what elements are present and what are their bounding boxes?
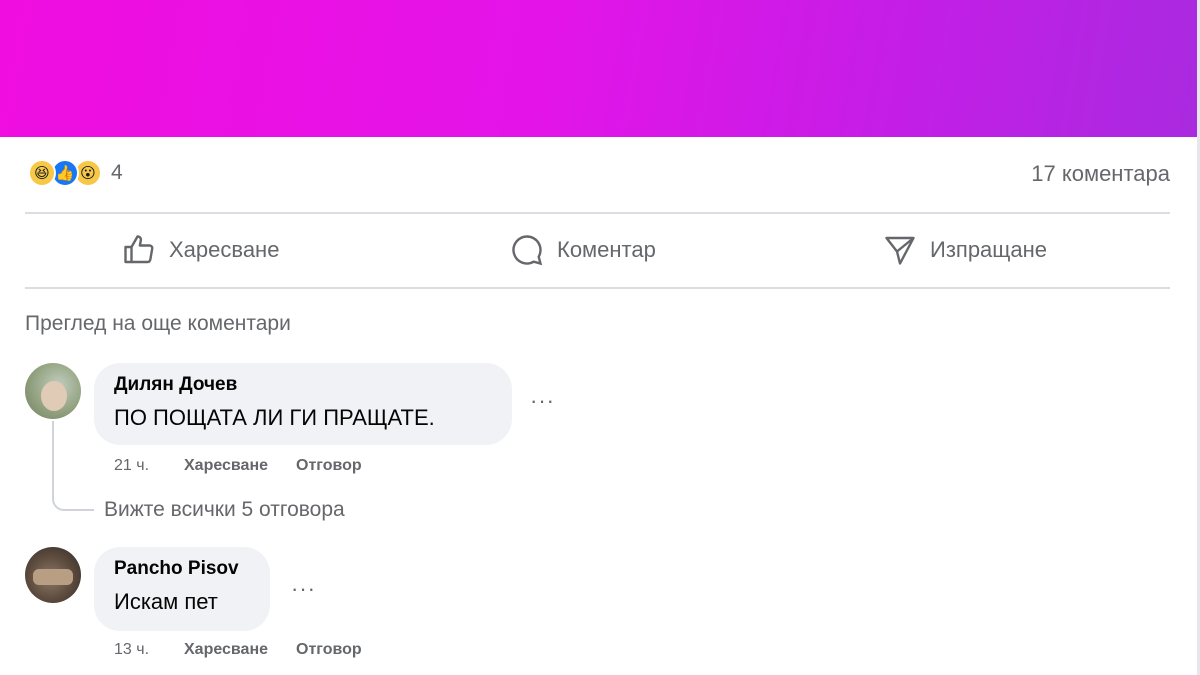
reaction-count[interactable]: 4 bbox=[111, 161, 123, 185]
post-image-banner[interactable] bbox=[0, 0, 1197, 137]
post-stats: 😆 👍 😮 4 17 коментара bbox=[25, 155, 1170, 195]
comment-author[interactable]: Pancho Pisov bbox=[114, 558, 239, 580]
divider bbox=[25, 287, 1170, 289]
comment-count-link[interactable]: 17 коментара bbox=[1031, 161, 1170, 187]
like-button-label: Харесване bbox=[169, 237, 280, 262]
comment-button[interactable]: Коментар bbox=[509, 222, 656, 278]
share-button-label: Изпращане bbox=[930, 237, 1048, 262]
comment-bubble: Дилян Дочев ПО ПОЩАТА ЛИ ГИ ПРАЩАТЕ. bbox=[94, 363, 512, 445]
comment-like-link[interactable]: Харесване bbox=[184, 641, 268, 659]
comment-text: ПО ПОЩАТА ЛИ ГИ ПРАЩАТЕ. bbox=[114, 405, 435, 430]
share-button[interactable]: Изпращане bbox=[882, 222, 1047, 278]
send-icon bbox=[885, 236, 915, 265]
comment-bubble: Pancho Pisov Искам пет bbox=[94, 547, 270, 631]
reply-thread-line bbox=[52, 421, 94, 511]
post-actions: Харесване Коментар Изпращане bbox=[25, 222, 1170, 278]
comment-text: Искам пет bbox=[114, 589, 218, 614]
avatar[interactable] bbox=[25, 547, 81, 603]
thumbs-up-icon bbox=[124, 235, 154, 264]
comment-reply-link[interactable]: Отговор bbox=[296, 457, 362, 475]
comment-meta: 21 ч. Харесване Отговор bbox=[114, 457, 390, 475]
comment-button-label: Коментар bbox=[557, 237, 656, 262]
divider bbox=[25, 212, 1170, 214]
comment-timestamp[interactable]: 21 ч. bbox=[114, 457, 184, 475]
haha-icon: 😆 bbox=[28, 159, 56, 187]
comment-author[interactable]: Дилян Дочев bbox=[114, 374, 237, 396]
comment-like-link[interactable]: Харесване bbox=[184, 457, 268, 475]
avatar[interactable] bbox=[25, 363, 81, 419]
like-button[interactable]: Харесване bbox=[121, 222, 279, 278]
comment-options-button[interactable]: ··· bbox=[530, 388, 555, 414]
reaction-summary[interactable]: 😆 👍 😮 4 bbox=[28, 159, 123, 187]
comment-reply-link[interactable]: Отговор bbox=[296, 641, 362, 659]
comment-meta: 13 ч. Харесване Отговор bbox=[114, 641, 390, 659]
view-more-comments-link[interactable]: Преглед на още коментари bbox=[25, 312, 291, 336]
view-all-replies-link[interactable]: Вижте всички 5 отговора bbox=[104, 498, 345, 522]
comment-timestamp[interactable]: 13 ч. bbox=[114, 641, 184, 659]
comment-options-button[interactable]: ··· bbox=[291, 576, 316, 602]
comment-bubble-icon bbox=[512, 235, 543, 266]
